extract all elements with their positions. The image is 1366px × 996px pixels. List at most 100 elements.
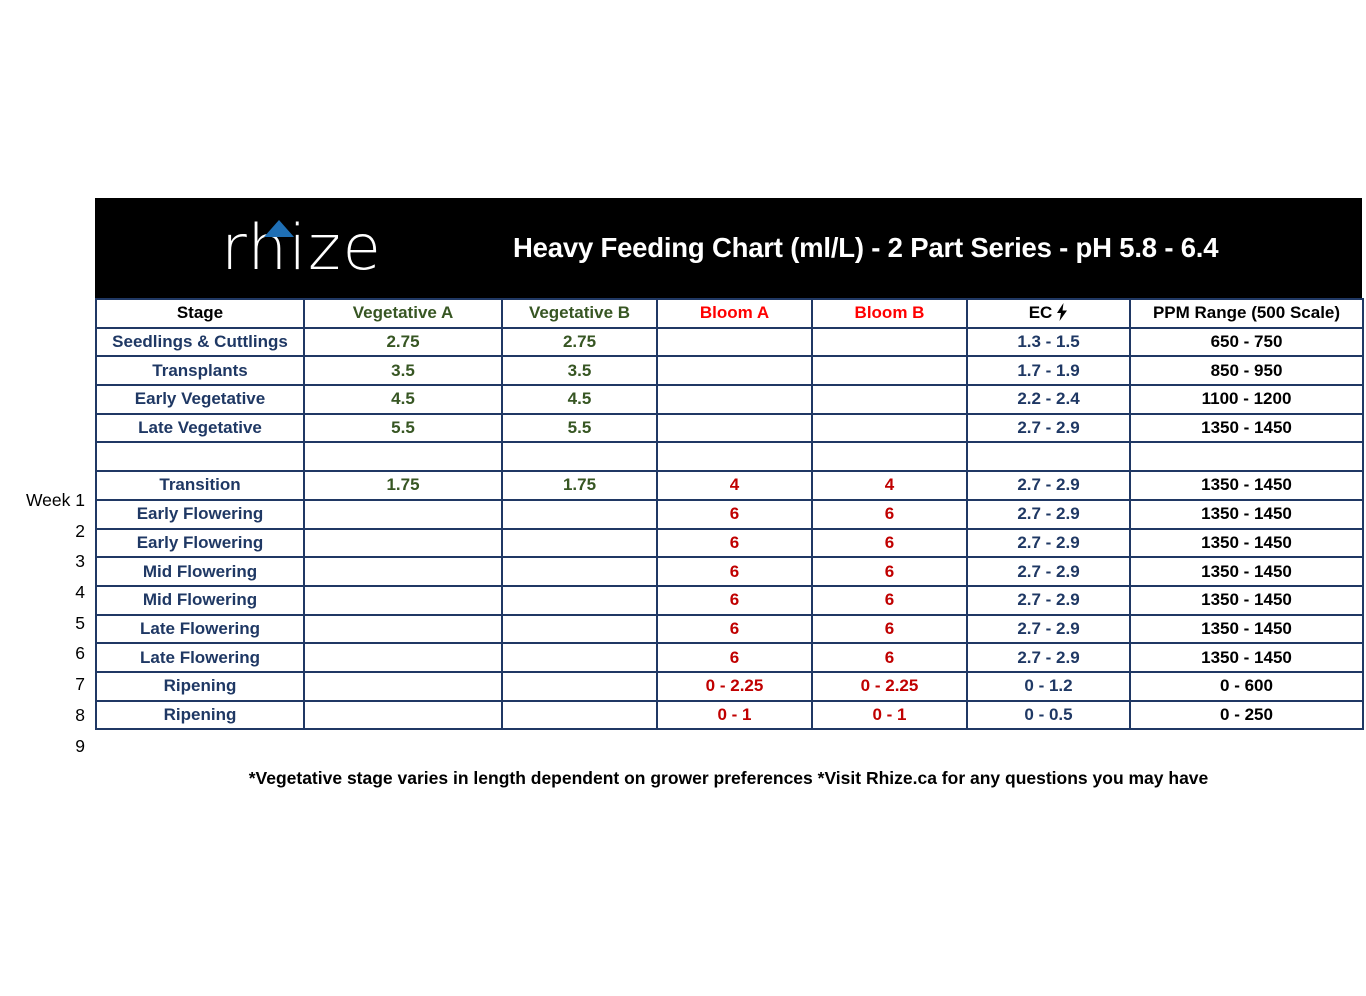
column-header-stage: Stage	[95, 298, 305, 329]
cell-bloom-a	[656, 355, 813, 387]
cell-bloom-a: 6	[656, 613, 813, 645]
cell-vegetative-a	[303, 441, 503, 473]
cell-vegetative-b: 3.5	[501, 355, 658, 387]
cell-bloom-b	[811, 355, 968, 387]
table-row: Early Flowering 6 6 2.7 - 2.9 1350 - 145…	[95, 527, 1364, 559]
cell-stage: Early Flowering	[95, 527, 305, 559]
table-row: Late Flowering 6 6 2.7 - 2.9 1350 - 1450	[95, 613, 1364, 645]
cell-ec: 1.7 - 1.9	[966, 355, 1131, 387]
cell-bloom-b: 6	[811, 642, 968, 673]
cell-ppm: 0 - 250	[1129, 699, 1364, 731]
cell-stage: Late Flowering	[95, 642, 305, 673]
cell-ppm: 1350 - 1450	[1129, 642, 1364, 673]
cell-vegetative-a	[303, 498, 503, 530]
cell-ec: 2.7 - 2.9	[966, 498, 1131, 530]
cell-stage: Mid Flowering	[95, 556, 305, 587]
cell-stage: Seedlings & Cuttlings	[95, 326, 305, 358]
cell-vegetative-b	[501, 670, 658, 702]
table-header-row: Stage Vegetative A Vegetative B Bloom A …	[95, 298, 1364, 329]
cell-ppm: 1350 - 1450	[1129, 584, 1364, 616]
cell-vegetative-b: 1.75	[501, 470, 658, 501]
feeding-chart-sheet: rhize Heavy Feeding Chart (ml/L) - 2 Par…	[0, 0, 1366, 996]
cell-ppm: 1350 - 1450	[1129, 527, 1364, 559]
chart-title: Heavy Feeding Chart (ml/L) - 2 Part Seri…	[513, 232, 1219, 263]
cell-bloom-a: 6	[656, 498, 813, 530]
column-header-ppm: PPM Range (500 Scale)	[1129, 298, 1364, 329]
column-header-vegetative-a: Vegetative A	[303, 298, 503, 329]
table-row: Early Vegetative 4.5 4.5 2.2 - 2.4 1100 …	[95, 384, 1364, 415]
logo-wordmark: rhize	[221, 211, 383, 284]
cell-bloom-a: 4	[656, 470, 813, 501]
table-row: Mid Flowering 6 6 2.7 - 2.9 1350 - 1450	[95, 584, 1364, 616]
cell-ec: 2.7 - 2.9	[966, 556, 1131, 587]
table-row: Transplants 3.5 3.5 1.7 - 1.9 850 - 950	[95, 355, 1364, 387]
cell-vegetative-a: 1.75	[303, 470, 503, 501]
table-body: Seedlings & Cuttlings 2.75 2.75 1.3 - 1.…	[95, 326, 1364, 731]
cell-bloom-b: 6	[811, 584, 968, 616]
cell-ec: 1.3 - 1.5	[966, 326, 1131, 358]
table-spacer-row	[95, 441, 1364, 473]
chart-footnote: *Vegetative stage varies in length depen…	[248, 768, 1209, 788]
cell-stage: Late Vegetative	[95, 412, 305, 444]
cell-ppm: 850 - 950	[1129, 355, 1364, 387]
cell-stage: Early Vegetative	[95, 384, 305, 415]
week-label-7: 7	[75, 674, 85, 695]
cell-stage: Transplants	[95, 355, 305, 387]
cell-ec: 2.2 - 2.4	[966, 384, 1131, 415]
week-label-9: 9	[75, 735, 85, 756]
cell-vegetative-b	[501, 613, 658, 645]
cell-bloom-a: 0 - 1	[656, 699, 813, 731]
cell-vegetative-b	[501, 699, 658, 731]
cell-ec: 0 - 1.2	[966, 670, 1131, 702]
cell-vegetative-a: 4.5	[303, 384, 503, 415]
cell-ppm: 650 - 750	[1129, 326, 1364, 358]
cell-bloom-b: 0 - 1	[811, 699, 968, 731]
ec-label: EC	[1028, 303, 1053, 323]
cell-ec: 0 - 0.5	[966, 699, 1131, 731]
cell-stage: Ripening	[95, 699, 305, 731]
table-row: Ripening 0 - 2.25 0 - 2.25 0 - 1.2 0 - 6…	[95, 670, 1364, 702]
cell-bloom-a	[656, 441, 813, 473]
lightning-bolt-icon	[1056, 303, 1068, 325]
cell-bloom-b: 4	[811, 470, 968, 501]
week-label-3: 3	[75, 551, 85, 572]
cell-bloom-b: 6	[811, 556, 968, 587]
column-header-bloom-b: Bloom B	[811, 298, 968, 329]
cell-ppm: 0 - 600	[1129, 670, 1364, 702]
cell-vegetative-b: 5.5	[501, 412, 658, 444]
cell-bloom-b	[811, 412, 968, 444]
cell-ec	[966, 441, 1131, 473]
cell-stage: Late Flowering	[95, 613, 305, 645]
cell-bloom-a	[656, 412, 813, 444]
cell-vegetative-b: 2.75	[501, 326, 658, 358]
cell-vegetative-b	[501, 527, 658, 559]
cell-vegetative-a	[303, 613, 503, 645]
cell-vegetative-a: 3.5	[303, 355, 503, 387]
feeding-schedule-table: Stage Vegetative A Vegetative B Bloom A …	[95, 298, 1364, 731]
cell-stage: Ripening	[95, 670, 305, 702]
cell-ec: 2.7 - 2.9	[966, 470, 1131, 501]
chevron-up-accent-icon	[264, 220, 294, 237]
cell-bloom-a	[656, 384, 813, 415]
table-row: Transition 1.75 1.75 4 4 2.7 - 2.9 1350 …	[95, 470, 1364, 501]
cell-bloom-b: 6	[811, 613, 968, 645]
cell-bloom-b	[811, 326, 968, 358]
cell-bloom-a: 0 - 2.25	[656, 670, 813, 702]
cell-vegetative-a	[303, 527, 503, 559]
cell-ec: 2.7 - 2.9	[966, 613, 1131, 645]
week-label-5: 5	[75, 612, 85, 633]
cell-ec: 2.7 - 2.9	[966, 642, 1131, 673]
cell-bloom-b: 0 - 2.25	[811, 670, 968, 702]
table-row: Mid Flowering 6 6 2.7 - 2.9 1350 - 1450	[95, 556, 1364, 587]
cell-ppm	[1129, 441, 1364, 473]
cell-bloom-a	[656, 326, 813, 358]
cell-bloom-b: 6	[811, 527, 968, 559]
cell-vegetative-b	[501, 584, 658, 616]
chart-banner: rhize Heavy Feeding Chart (ml/L) - 2 Par…	[95, 198, 1362, 298]
cell-vegetative-b	[501, 556, 658, 587]
cell-stage: Transition	[95, 470, 305, 501]
column-header-ec: EC	[966, 298, 1131, 329]
cell-stage: Early Flowering	[95, 498, 305, 530]
rhize-logo: rhize	[95, 198, 505, 298]
week-number-gutter: Week 1 2 3 4 5 6 7 8 9	[0, 485, 90, 761]
